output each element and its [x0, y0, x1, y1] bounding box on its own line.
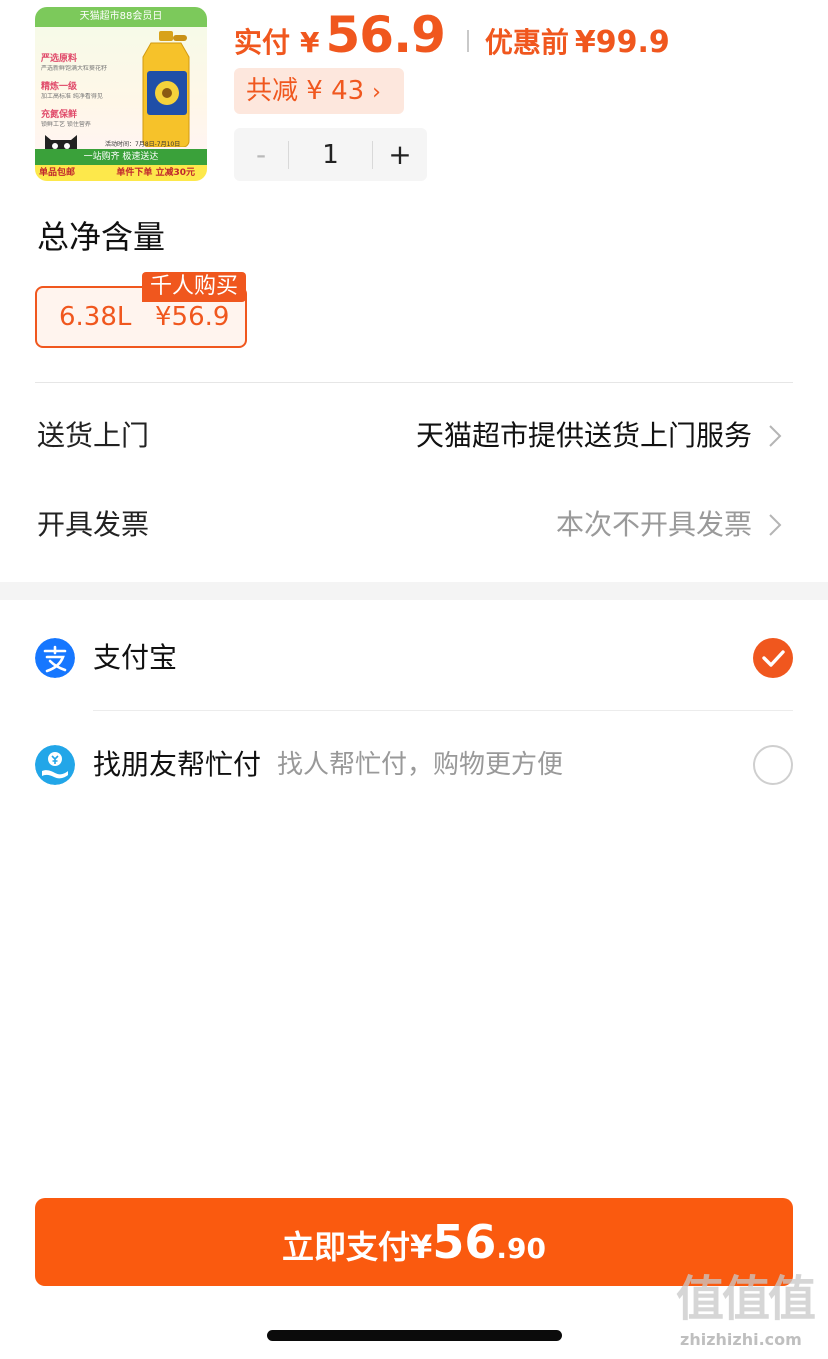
thumb-features: 严选原料 严选新鲜饱满大粒葵花籽 精炼一级 加工高标准 纯净看得见 充氮保鲜 锁… — [41, 53, 123, 137]
delivery-value: 天猫超市提供送货上门服务 — [415, 419, 752, 452]
spec-volume: 6.38L — [59, 302, 132, 332]
site-watermark: 值值值 zhizhizhi.com — [676, 1272, 824, 1358]
thumb-feature: 精炼一级 加工高标准 纯净看得见 — [41, 82, 103, 100]
home-indicator — [267, 1330, 562, 1341]
actual-pay-amount: 56.9 — [325, 6, 446, 64]
popularity-badge: 千人购买 — [142, 272, 247, 302]
discount-text: 共减 ¥ 43 — [246, 76, 365, 106]
pay-now-amount-int: 56 — [432, 1215, 497, 1269]
thumb-date: 活动时间：7月8日-7月10日 — [105, 141, 181, 148]
invoice-row[interactable]: 开具发票 本次不开具发票 — [37, 495, 792, 555]
actual-pay-label: 实付 — [234, 26, 291, 59]
section-gap — [0, 582, 828, 600]
alipay-radio[interactable] — [753, 638, 793, 678]
thumb-bottom-bar: 单品包邮 单件下单 立减30元 — [35, 165, 207, 181]
watermark-text: zhizhizhi.com — [680, 1330, 802, 1349]
currency-symbol: ¥ — [300, 26, 320, 59]
quantity-value[interactable]: 1 — [289, 140, 372, 170]
thumb-feature: 严选原料 严选新鲜饱满大粒葵花籽 — [41, 54, 108, 72]
check-icon — [762, 650, 785, 667]
thumb-feature: 充氮保鲜 锁鲜工艺 锁住营养 — [41, 110, 91, 128]
price-row: 实付 ¥ 56.9 优惠前 ¥99.9 — [234, 6, 670, 66]
invoice-label: 开具发票 — [37, 508, 150, 541]
friend-pay-radio[interactable] — [753, 745, 793, 785]
product-summary: 天猫超市88会员日 严选原料 严选新鲜饱满大粒葵花籽 精炼一级 加工高标准 纯净… — [0, 0, 828, 192]
chevron-right-icon — [769, 514, 782, 536]
thumb-strip: 一站购齐 极速送达 — [35, 149, 207, 165]
price-separator — [466, 30, 469, 52]
divider — [35, 382, 793, 383]
original-price-amount: ¥99.9 — [574, 25, 670, 60]
alipay-icon — [35, 638, 75, 678]
net-content-title: 总净含量 — [37, 218, 166, 256]
friend-pay-icon — [35, 745, 75, 785]
pay-now-amount-dec: .90 — [496, 1232, 546, 1265]
product-thumbnail[interactable]: 天猫超市88会员日 严选原料 严选新鲜饱满大粒葵花籽 精炼一级 加工高标准 纯净… — [35, 7, 207, 181]
payment-option-alipay[interactable]: 支付宝 — [35, 628, 793, 688]
watermark-logo: 值值值 — [676, 1271, 816, 1327]
oil-bottle-icon — [142, 31, 190, 147]
payment-option-friend-pay[interactable]: 找朋友帮忙付 找人帮忙付，购物更方便 — [35, 735, 793, 795]
decrement-button[interactable]: - — [234, 128, 288, 181]
original-price-label: 优惠前 — [484, 26, 569, 59]
divider — [93, 710, 793, 711]
chevron-right-icon — [769, 425, 782, 447]
quantity-stepper: - 1 + — [234, 128, 427, 181]
delivery-row[interactable]: 送货上门 天猫超市提供送货上门服务 — [37, 406, 792, 466]
friend-pay-description: 找人帮忙付，购物更方便 — [277, 750, 564, 780]
discount-detail-button[interactable]: 共减 ¥ 43 › — [234, 68, 404, 114]
friend-pay-name: 找朋友帮忙付 — [93, 748, 262, 781]
delivery-label: 送货上门 — [37, 419, 150, 452]
checkout-page: 天猫超市88会员日 严选原料 严选新鲜饱满大粒葵花籽 精炼一级 加工高标准 纯净… — [0, 0, 828, 1359]
invoice-value: 本次不开具发票 — [555, 508, 752, 541]
chevron-right-icon: › — [372, 80, 381, 105]
pay-now-label: 立即支付¥ — [282, 1228, 433, 1266]
thumb-banner: 天猫超市88会员日 — [35, 7, 207, 27]
alipay-name: 支付宝 — [93, 641, 178, 674]
increment-button[interactable]: + — [373, 128, 427, 181]
